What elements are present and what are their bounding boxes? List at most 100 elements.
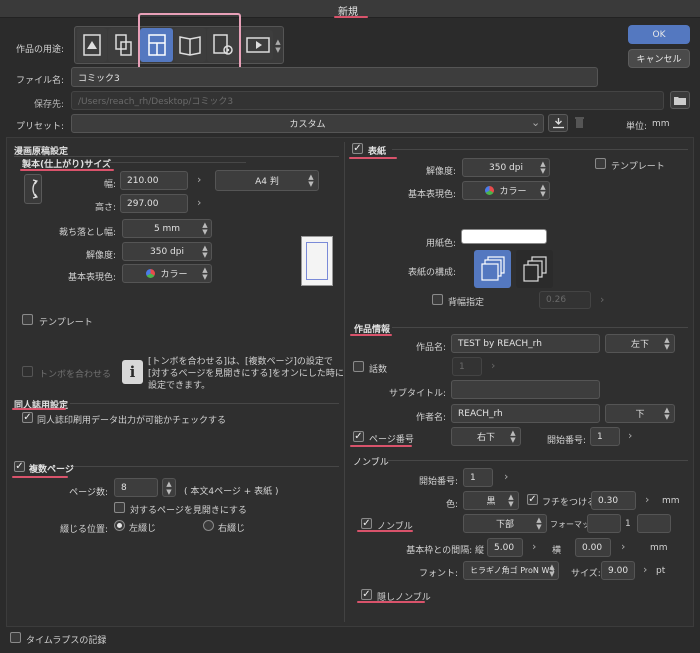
page-count-stepper[interactable]: ▲ ▼ — [162, 478, 176, 497]
divider — [392, 149, 688, 150]
file-name-input[interactable]: コミック3 — [71, 67, 598, 87]
paper-size-stepper[interactable]: ▲ ▼ — [306, 172, 316, 189]
preset-label: プリセット: — [15, 122, 64, 132]
nombre-size-input[interactable]: 9.00 — [601, 561, 635, 580]
paper-size-select[interactable]: A4 判 — [215, 170, 319, 191]
spread-checkbox[interactable] — [114, 502, 125, 513]
purpose-stepper[interactable]: ▲ ▼ — [273, 28, 283, 62]
height-label: 高さ: — [94, 203, 116, 213]
nombre-format-suffix-input[interactable] — [637, 514, 671, 533]
page-number-label: ページ番号 — [369, 435, 414, 445]
cover-template-checkbox[interactable] — [595, 158, 606, 169]
cover-template-label: テンプレート — [611, 162, 665, 172]
save-path-label: 保存先: — [33, 100, 64, 110]
nombre-edge-unit: mm — [662, 496, 680, 506]
hidden-nombre-checkbox[interactable]: ✓ — [361, 589, 372, 600]
cover-resolution-select[interactable]: 350 dpi — [462, 158, 550, 177]
left-binding-radio[interactable] — [114, 520, 125, 531]
cancel-button[interactable]: キャンセル — [628, 49, 690, 68]
page-start-label: 開始番号: — [546, 436, 586, 446]
nombre-margin-h-input[interactable]: 0.00 — [575, 538, 611, 557]
bleed-stepper[interactable]: ▲ ▼ — [200, 221, 210, 236]
timelapse-checkbox[interactable] — [10, 632, 21, 643]
chevron-right-icon: › — [628, 429, 633, 442]
cover-section-title: 表紙 — [368, 147, 387, 157]
nombre-start-input[interactable]: 1 — [463, 468, 493, 487]
cover-color-label: 基本表現色: — [407, 190, 456, 200]
page-count-input[interactable]: 8 — [114, 478, 158, 497]
episode-label: 話数 — [369, 365, 388, 375]
work-title-input[interactable]: TEST by REACH_rh — [451, 334, 600, 353]
folder-icon[interactable] — [670, 91, 690, 109]
nombre-checkbox[interactable]: ✓ — [361, 518, 372, 529]
template-checkbox[interactable] — [22, 314, 33, 325]
cover-underline — [349, 157, 397, 159]
left-binding-label: 左綴じ — [129, 524, 157, 534]
nombre-edge-checkbox[interactable]: ✓ — [527, 494, 538, 505]
nombre-format-number: 1 — [625, 519, 631, 529]
webtoon-icon[interactable] — [108, 28, 138, 62]
nombre-format-prefix-input[interactable] — [587, 514, 621, 533]
divider — [74, 466, 339, 467]
multi-page-checkbox[interactable]: ✓ — [14, 461, 25, 472]
ok-button[interactable]: OK — [628, 25, 690, 44]
nombre-margin-h-label: 横 — [552, 546, 562, 556]
episode-checkbox[interactable] — [353, 361, 364, 372]
cover-resolution-stepper[interactable]: ▲ ▼ — [538, 160, 548, 175]
work-title-label: 作品名: — [415, 343, 446, 353]
page-preview — [301, 236, 333, 286]
cover-color-select[interactable]: カラー — [462, 181, 550, 200]
cover-color-stepper[interactable]: ▲ ▼ — [538, 183, 548, 198]
preset-select[interactable]: カスタム — [71, 114, 544, 133]
spread-label: 対するページを見開きにする — [130, 506, 247, 516]
page-number-position-stepper[interactable]: ▲ ▼ — [508, 429, 518, 444]
chevron-right-icon: › — [197, 196, 202, 209]
spine-input: 0.26 — [539, 291, 591, 309]
page-number-checkbox[interactable]: ✓ — [353, 431, 364, 442]
cover-layout-separate-icon[interactable] — [516, 250, 553, 288]
bleed-select[interactable]: 5 mm — [122, 219, 212, 238]
subtitle-input[interactable] — [451, 380, 600, 399]
resolution-stepper[interactable]: ▲ ▼ — [200, 244, 210, 259]
nombre-color-stepper[interactable]: ▲ ▼ — [506, 493, 516, 508]
work-title-position-stepper[interactable]: ▲ ▼ — [662, 336, 672, 351]
register-preset-icon[interactable] — [548, 114, 568, 132]
width-input[interactable]: 210.00 — [120, 171, 188, 190]
nombre-underline — [357, 530, 413, 532]
divider — [70, 403, 339, 404]
height-input[interactable]: 297.00 — [120, 194, 188, 213]
purpose-label: 作品の用途: — [15, 45, 64, 55]
color-wheel-icon — [485, 186, 495, 195]
illustration-icon[interactable] — [77, 28, 107, 62]
chevron-right-icon: › — [491, 359, 496, 372]
right-binding-radio[interactable] — [203, 520, 214, 531]
page-start-input[interactable]: 1 — [590, 427, 620, 446]
nombre-font-stepper[interactable]: ▲ ▼ — [547, 563, 557, 578]
spine-checkbox[interactable] — [432, 294, 443, 305]
cover-checkbox[interactable]: ✓ — [352, 143, 363, 154]
unit-value: mm — [652, 119, 670, 129]
nombre-position-stepper[interactable]: ▲ ▼ — [534, 516, 544, 531]
divider — [106, 162, 246, 163]
chevron-down-icon: ⌄ — [531, 116, 541, 129]
color-mode-stepper[interactable]: ▲ ▼ — [200, 266, 210, 281]
cover-layout-spread-icon[interactable] — [474, 250, 511, 288]
paper-color-swatch[interactable] — [461, 229, 547, 244]
nombre-edge-input[interactable]: 0.30 — [591, 491, 636, 510]
nombre-margin-v-input[interactable]: 5.00 — [487, 538, 523, 557]
doujin-checkbox[interactable]: ✓ — [22, 412, 33, 423]
nombre-size-label: サイズ: — [571, 569, 601, 579]
author-input[interactable]: REACH_rh — [451, 404, 600, 423]
animation-icon[interactable] — [243, 30, 273, 60]
author-position-stepper[interactable]: ▲ ▼ — [662, 406, 672, 421]
multi-page-section-title: 複数ページ — [29, 465, 74, 475]
orientation-icon[interactable] — [24, 174, 42, 204]
nombre-font-select[interactable]: ヒラギノ角ゴ ProN W3 — [463, 561, 559, 580]
trash-icon[interactable] — [574, 116, 586, 130]
nombre-margin-unit: mm — [650, 543, 668, 553]
resolution-select[interactable]: 350 dpi — [122, 242, 212, 261]
purpose-highlight — [138, 13, 241, 72]
width-label: 幅: — [103, 180, 116, 190]
color-mode-select[interactable]: カラー — [122, 264, 212, 283]
chevron-right-icon: › — [645, 493, 650, 506]
